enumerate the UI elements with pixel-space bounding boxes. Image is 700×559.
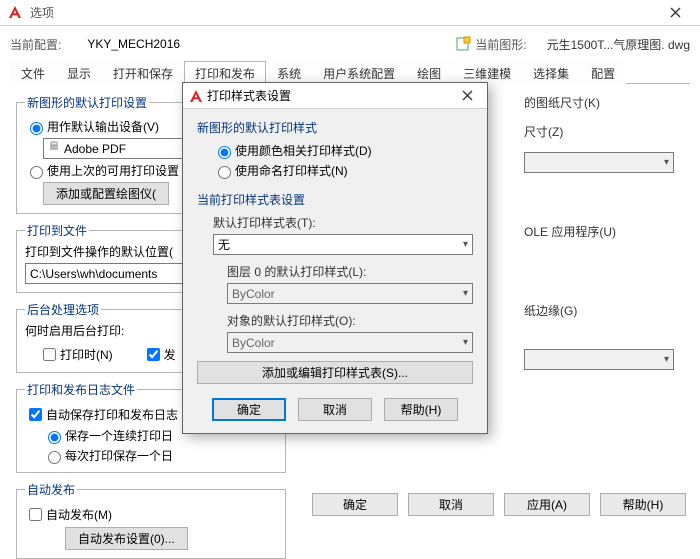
radio-color-style[interactable]: [218, 146, 231, 159]
combo-default-device-value: Adobe PDF: [64, 142, 126, 156]
radio-each-log[interactable]: [48, 451, 61, 464]
tab-plot-publish[interactable]: 打印和发布: [184, 61, 266, 84]
chevron-down-icon: ▾: [664, 157, 669, 168]
dlg-group2-title: 当前打印样式表设置: [197, 191, 473, 208]
radio-color-style-label: 使用颜色相关打印样式(D): [235, 142, 372, 159]
printer-icon: [48, 141, 60, 156]
check-auto-publish-label: 自动发布(M): [46, 506, 112, 523]
chevron-down-icon: ▾: [463, 337, 468, 348]
main-ok-button[interactable]: 确定: [312, 493, 398, 516]
lbl-default-style-table: 默认打印样式表(T):: [213, 214, 473, 231]
btn-add-edit-style-table[interactable]: 添加或编辑打印样式表(S)...: [197, 361, 473, 384]
combo-default-style-table-value: 无: [218, 236, 230, 253]
btn-auto-publish-settings[interactable]: 自动发布设置(0)...: [65, 527, 188, 550]
radio-named-style[interactable]: [218, 166, 231, 179]
tab-file[interactable]: 文件: [10, 61, 56, 84]
dialog-plot-style-table: 打印样式表设置 新图形的默认打印样式 使用颜色相关打印样式(D) 使用命名打印样…: [182, 82, 488, 434]
combo-layer0-style[interactable]: ByColor ▾: [227, 283, 473, 304]
right-combo-1[interactable]: ▾: [524, 152, 674, 173]
current-profile-value: YKY_MECH2016: [87, 37, 180, 51]
radio-one-log-label: 保存一个连续打印日: [65, 427, 173, 444]
chevron-down-icon: ▾: [463, 239, 468, 250]
right-edge-label: 纸边缘(G): [524, 302, 684, 319]
main-help-button[interactable]: 帮助(H): [600, 493, 686, 516]
group-plot-to-file-title: 打印到文件: [25, 222, 89, 239]
check-publish-time-label: 发: [164, 346, 176, 363]
plot-to-file-path[interactable]: C:\Users\wh\documents: [25, 263, 185, 284]
radio-default-device-label: 用作默认输出设备(V): [47, 118, 159, 135]
right-paper-size-label: 的图纸尺寸(K): [524, 94, 684, 111]
group-background-title: 后台处理选项: [25, 301, 101, 318]
check-publish-time[interactable]: [147, 348, 160, 361]
tab-3d-modeling[interactable]: 三维建模: [452, 61, 522, 84]
group-auto-publish: 自动发布 自动发布(M) 自动发布设置(0)...: [16, 481, 286, 559]
tab-user-prefs[interactable]: 用户系统配置: [312, 61, 406, 84]
combo-object-style[interactable]: ByColor ▾: [227, 332, 473, 353]
group-default-plot-settings-title: 新图形的默认打印设置: [25, 94, 149, 111]
radio-named-style-label: 使用命名打印样式(N): [235, 162, 348, 179]
lbl-layer0-style: 图层 0 的默认打印样式(L):: [227, 263, 473, 280]
btn-config-plotter[interactable]: 添加或配置绘图仪(: [43, 182, 169, 205]
dialog-title: 打印样式表设置: [207, 87, 291, 104]
current-drawing-label: 当前图形:: [475, 36, 526, 53]
right-column: 的图纸尺寸(K) 尺寸(Z) ▾ OLE 应用程序(U) 纸边缘(G) ▾: [524, 94, 684, 370]
check-autosave-log[interactable]: [29, 408, 42, 421]
drawing-icon: [455, 36, 471, 52]
check-autosave-log-label: 自动保存打印和发布日志: [46, 406, 178, 423]
current-drawing-value: 元生1500T...气原理图. dwg: [547, 36, 690, 53]
dlg-ok-button[interactable]: 确定: [212, 398, 286, 421]
dialog-app-icon: [189, 89, 203, 103]
tab-system[interactable]: 系统: [266, 61, 312, 84]
main-apply-button[interactable]: 应用(A): [504, 493, 590, 516]
check-print-time-label: 打印时(N): [60, 346, 113, 363]
chevron-down-icon: ▾: [463, 288, 468, 299]
right-ole-label: OLE 应用程序(U): [524, 223, 684, 240]
tab-drafting[interactable]: 绘图: [406, 61, 452, 84]
tab-bar: 文件 显示 打开和保存 打印和发布 系统 用户系统配置 绘图 三维建模 选择集 …: [10, 60, 690, 84]
tab-open-save[interactable]: 打开和保存: [102, 61, 184, 84]
combo-layer0-style-value: ByColor: [232, 287, 275, 301]
current-profile-label: 当前配置:: [10, 36, 61, 53]
radio-last-settings[interactable]: [30, 166, 43, 179]
app-icon: [8, 5, 24, 21]
dlg-help-button[interactable]: 帮助(H): [384, 398, 458, 421]
main-cancel-button[interactable]: 取消: [408, 493, 494, 516]
right-combo-2[interactable]: ▾: [524, 349, 674, 370]
combo-default-style-table[interactable]: 无 ▾: [213, 234, 473, 255]
dialog-close-button[interactable]: [453, 86, 481, 106]
check-print-time[interactable]: [43, 348, 56, 361]
group-log-files-title: 打印和发布日志文件: [25, 381, 137, 398]
chevron-down-icon: ▾: [664, 354, 669, 365]
tab-profiles[interactable]: 配置: [580, 61, 626, 84]
radio-default-device[interactable]: [30, 122, 43, 135]
radio-last-settings-label: 使用上次的可用打印设置: [47, 162, 179, 179]
window-title: 选项: [30, 4, 54, 21]
tab-display[interactable]: 显示: [56, 61, 102, 84]
dlg-group1-title: 新图形的默认打印样式: [197, 119, 473, 136]
radio-each-log-label: 每次打印保存一个日: [65, 447, 173, 464]
lbl-object-style: 对象的默认打印样式(O):: [227, 312, 473, 329]
check-auto-publish[interactable]: [29, 508, 42, 521]
combo-object-style-value: ByColor: [232, 336, 275, 350]
group-auto-publish-title: 自动发布: [25, 481, 77, 498]
radio-one-log[interactable]: [48, 431, 61, 444]
window-close-button[interactable]: [658, 2, 692, 24]
dlg-cancel-button[interactable]: 取消: [298, 398, 372, 421]
tab-selection[interactable]: 选择集: [522, 61, 580, 84]
right-size-label: 尺寸(Z): [524, 123, 684, 140]
